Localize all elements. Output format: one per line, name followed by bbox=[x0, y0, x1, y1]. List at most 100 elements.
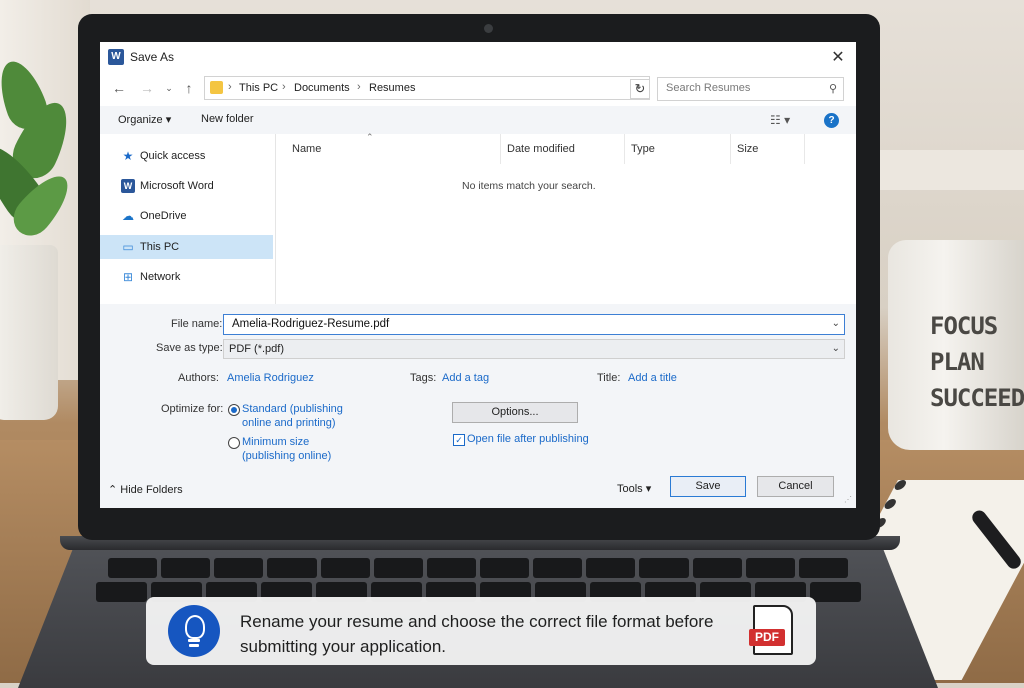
column-header-label: Size bbox=[737, 143, 759, 155]
key bbox=[745, 558, 795, 578]
key bbox=[479, 558, 530, 578]
key bbox=[214, 558, 264, 578]
sidebar-item-label: OneDrive bbox=[140, 210, 187, 222]
search-input[interactable] bbox=[664, 81, 818, 95]
pdf-file-icon: PDF bbox=[749, 605, 793, 655]
keyboard-row bbox=[108, 558, 848, 578]
key bbox=[533, 558, 583, 578]
lightbulb-icon bbox=[168, 605, 220, 657]
add-title-link[interactable]: Add a title bbox=[628, 372, 677, 384]
sidebar-item-network[interactable]: ⊞ Network bbox=[100, 265, 273, 289]
key bbox=[161, 558, 211, 578]
forward-arrow-icon[interactable]: → bbox=[138, 79, 156, 97]
breadcrumb-documents[interactable]: Documents bbox=[294, 82, 350, 94]
new-folder-button[interactable]: New folder bbox=[201, 113, 254, 125]
file-list: ⌃ Name Date modified Type Size No items … bbox=[276, 132, 856, 304]
save-options-panel: File name: ⌄ Save as type: PDF (*.pdf) ⌄… bbox=[100, 304, 856, 508]
navigation-pane: ★ Quick access W Microsoft Word ☁ OneDri… bbox=[100, 134, 276, 304]
radio-minimum-size[interactable] bbox=[228, 437, 240, 449]
tip-banner: Rename your resume and choose the correc… bbox=[146, 597, 816, 665]
sort-up-icon: ⌃ bbox=[366, 132, 374, 142]
cancel-button[interactable]: Cancel bbox=[757, 476, 834, 497]
lightbulb-glass bbox=[185, 615, 205, 639]
file-name-label: File name: bbox=[171, 318, 223, 330]
hide-folders-label: Hide Folders bbox=[120, 484, 183, 496]
save-as-type-label: Save as type: bbox=[156, 342, 223, 354]
search-icon: ⚲ bbox=[828, 83, 837, 95]
dialog-title: Save As bbox=[130, 50, 175, 64]
key bbox=[692, 558, 742, 578]
tags-label: Tags: bbox=[410, 372, 437, 384]
sidebar-item-quick-access[interactable]: ★ Quick access bbox=[100, 144, 273, 168]
navigation-bar: ← → ⌄ ↑ › This PC › Documents › Resumes … bbox=[100, 74, 856, 104]
organize-button[interactable]: Organize ▾ bbox=[118, 113, 171, 126]
column-header-name[interactable]: ⌃ Name bbox=[276, 132, 501, 164]
up-arrow-icon[interactable]: ↑ bbox=[180, 79, 198, 97]
authors-value[interactable]: Amelia Rodriguez bbox=[227, 372, 314, 384]
refresh-icon[interactable]: ↻ bbox=[630, 79, 650, 99]
sidebar-item-this-pc[interactable]: ▭ This PC bbox=[100, 235, 273, 259]
resize-grip-icon[interactable]: ⋰ bbox=[844, 495, 852, 504]
address-bar[interactable]: › This PC › Documents › Resumes ⌄ bbox=[204, 76, 650, 100]
word-icon: W bbox=[121, 179, 135, 193]
key bbox=[108, 558, 158, 578]
column-header-label: Name bbox=[292, 143, 322, 155]
file-name-input[interactable] bbox=[230, 317, 814, 331]
mug-line: FOCUS bbox=[930, 312, 998, 340]
key bbox=[96, 582, 147, 602]
webcam bbox=[484, 24, 493, 33]
breadcrumb-resumes[interactable]: Resumes bbox=[369, 82, 415, 94]
star-icon: ★ bbox=[122, 149, 134, 163]
key bbox=[373, 558, 423, 578]
open-after-publishing-label[interactable]: Open file after publishing bbox=[467, 433, 589, 445]
help-icon[interactable]: ? bbox=[824, 113, 839, 128]
chevron-down-icon[interactable]: ⌄ bbox=[832, 343, 840, 354]
view-options-icon[interactable]: ☷ ▾ bbox=[770, 113, 790, 127]
sidebar-item-microsoft-word[interactable]: W Microsoft Word bbox=[100, 174, 273, 198]
back-arrow-icon[interactable]: ← bbox=[110, 79, 128, 97]
chevron-down-icon: ▾ bbox=[645, 483, 652, 495]
mug-text: FOCUS PLAN SUCCEED bbox=[930, 308, 1024, 416]
key bbox=[586, 558, 636, 578]
recent-locations-chevron-icon[interactable]: ⌄ bbox=[160, 79, 178, 97]
options-button[interactable]: Options... bbox=[452, 402, 578, 423]
save-as-type-value: PDF (*.pdf) bbox=[229, 343, 285, 355]
lightbulb-base bbox=[189, 644, 199, 647]
breadcrumb-this-pc[interactable]: This PC bbox=[239, 82, 278, 94]
shelf bbox=[874, 150, 1024, 190]
column-header-size[interactable]: Size bbox=[731, 134, 805, 164]
mug-line: PLAN bbox=[930, 348, 985, 376]
save-as-dialog: W Save As ✕ ← → ⌄ ↑ › This PC › Document… bbox=[100, 42, 856, 508]
command-bar: Organize ▾ New folder ☷ ▾ ? bbox=[100, 106, 856, 134]
chevron-down-icon[interactable]: ⌄ bbox=[832, 318, 840, 329]
save-button[interactable]: Save bbox=[670, 476, 746, 497]
column-header-date-modified[interactable]: Date modified bbox=[501, 134, 625, 164]
network-icon: ⊞ bbox=[122, 270, 134, 284]
plant-pot bbox=[0, 245, 58, 420]
sidebar-item-label: Network bbox=[140, 271, 181, 283]
file-name-field[interactable]: ⌄ bbox=[223, 314, 845, 335]
radio-standard-label[interactable]: Standard (publishing online and printing… bbox=[242, 402, 352, 430]
hide-folders-button[interactable]: ⌃ Hide Folders bbox=[108, 483, 183, 496]
add-tag-link[interactable]: Add a tag bbox=[442, 372, 489, 384]
sidebar-item-onedrive[interactable]: ☁ OneDrive bbox=[100, 204, 273, 228]
key bbox=[809, 582, 861, 602]
close-icon[interactable]: ✕ bbox=[828, 48, 848, 68]
key bbox=[798, 558, 848, 578]
key bbox=[426, 558, 476, 578]
chevron-right-icon: › bbox=[282, 81, 286, 93]
key bbox=[320, 558, 370, 578]
cloud-icon: ☁ bbox=[122, 209, 134, 223]
tools-button[interactable]: Tools ▾ bbox=[617, 482, 651, 495]
column-header-type[interactable]: Type bbox=[625, 134, 731, 164]
save-as-type-select[interactable]: PDF (*.pdf) ⌄ bbox=[223, 339, 845, 359]
open-after-publishing-checkbox[interactable]: ✓ bbox=[453, 434, 465, 446]
radio-minimum-size-label[interactable]: Minimum size (publishing online) bbox=[242, 435, 352, 463]
search-box[interactable]: ⚲ bbox=[657, 77, 844, 101]
monitor-icon: ▭ bbox=[122, 240, 134, 254]
chevron-up-icon: ⌃ bbox=[108, 484, 118, 496]
radio-standard[interactable] bbox=[228, 404, 240, 416]
tip-text: Rename your resume and choose the correc… bbox=[240, 612, 714, 656]
empty-list-message: No items match your search. bbox=[462, 180, 596, 192]
column-header-label: Date modified bbox=[507, 143, 575, 155]
